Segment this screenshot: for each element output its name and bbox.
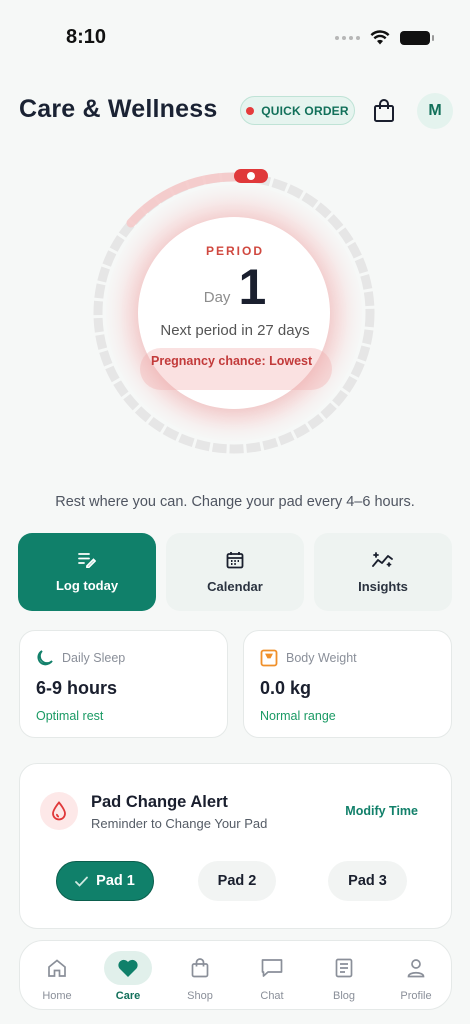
next-period-text: Next period in 27 days (160, 322, 310, 339)
log-today-label: Log today (55, 577, 119, 593)
nav-blog[interactable]: Blog (314, 941, 374, 1011)
nav-shop[interactable]: Shop (170, 941, 230, 1011)
nav-profile-label: Profile (400, 989, 432, 1002)
shopping-bag-icon (191, 957, 209, 977)
calendar-button[interactable]: Calendar (166, 533, 304, 611)
weight-status: Normal range (260, 709, 336, 723)
weight-value: 0.0 kg (260, 678, 312, 698)
bag-button[interactable] (371, 97, 397, 125)
quick-order-button[interactable]: QUICK ORDER (240, 96, 355, 125)
pad-alert-subtitle: Reminder to Change Your Pad (91, 816, 268, 831)
blog-icon (335, 958, 353, 977)
nav-shop-icon-wrap (176, 951, 224, 985)
status-time: 8:10 (66, 26, 107, 48)
modify-time-button[interactable]: Modify Time (345, 804, 418, 818)
weight-title: Body Weight (286, 651, 357, 665)
page-title: Care & Wellness (19, 95, 218, 123)
nav-care-label: Care (115, 989, 141, 1002)
day-number: 1 (238, 259, 267, 315)
pregnancy-chance-badge: Pregnancy chance: Lowest (140, 348, 332, 390)
pad-2-label: Pad 2 (217, 873, 257, 889)
nav-profile[interactable]: Profile (386, 941, 446, 1011)
insights-button[interactable]: Insights (314, 533, 452, 611)
pad-change-alert-card: Pad Change Alert Reminder to Change Your… (19, 763, 452, 929)
battery-icon (400, 30, 434, 45)
nav-chat-label: Chat (260, 989, 284, 1002)
nav-shop-label: Shop (187, 989, 213, 1002)
nav-care-icon-wrap (104, 950, 152, 985)
pad-1-label: Pad 1 (96, 873, 135, 889)
sleep-value: 6-9 hours (36, 678, 118, 698)
nav-blog-label: Blog (332, 989, 356, 1002)
cycle-tracker (91, 167, 377, 456)
period-label: PERIOD (205, 244, 264, 258)
drop-icon (52, 801, 66, 821)
nav-care[interactable]: Care (98, 941, 158, 1011)
care-tip: Rest where you can. Change your pad ever… (55, 494, 415, 510)
shopping-bag-icon (374, 99, 394, 122)
sleep-card[interactable]: Daily Sleep 6-9 hours Optimal rest (19, 630, 228, 738)
quick-order-dot (246, 106, 255, 115)
pad-2-button[interactable]: Pad 2 (198, 861, 276, 901)
moon-icon (37, 650, 53, 666)
bottom-nav: Home Care Shop Chat Blog Profile (19, 940, 452, 1010)
nav-blog-icon-wrap (320, 951, 368, 985)
cycle-day: Day 1 (0, 262, 470, 312)
pad-3-label: Pad 3 (348, 873, 387, 889)
home-icon (48, 958, 66, 977)
weight-card-header: Body Weight (260, 649, 435, 667)
avatar[interactable]: M (417, 93, 453, 129)
nav-home-icon-wrap (33, 951, 81, 985)
calendar-icon (226, 551, 244, 568)
day-word: Day (203, 289, 231, 306)
pad-3-button[interactable]: Pad 3 (328, 861, 407, 901)
nav-chat-icon-wrap (248, 951, 296, 985)
nav-chat[interactable]: Chat (242, 941, 302, 1011)
calendar-label: Calendar (207, 578, 263, 594)
status-icons (335, 30, 434, 45)
sleep-card-header: Daily Sleep (36, 649, 211, 667)
wifi-icon (370, 30, 390, 45)
quick-actions: Log today Calendar Insights (18, 533, 452, 611)
pad-1-button[interactable]: Pad 1 (56, 861, 154, 901)
sleep-status: Optimal rest (36, 709, 104, 723)
profile-icon (407, 958, 425, 977)
pad-alert-title: Pad Change Alert (91, 793, 228, 811)
pad-alert-icon-wrap (40, 792, 78, 830)
heart-icon (118, 959, 138, 977)
nav-profile-icon-wrap (392, 951, 440, 985)
check-icon (75, 876, 89, 887)
nav-home[interactable]: Home (27, 941, 87, 1011)
edit-list-icon (78, 552, 96, 568)
status-bar: 8:10 (0, 0, 470, 70)
sparkle-chart-icon (372, 551, 393, 567)
weight-card[interactable]: Body Weight 0.0 kg Normal range (243, 630, 452, 738)
scale-icon (260, 649, 278, 667)
cycle-marker[interactable] (233, 167, 269, 185)
nav-home-label: Home (42, 989, 72, 1002)
sleep-title: Daily Sleep (62, 651, 126, 665)
signal-icon (335, 35, 360, 40)
chat-icon (261, 958, 283, 977)
insights-label: Insights (358, 578, 408, 594)
quick-order-label: QUICK ORDER (261, 103, 349, 118)
log-today-button[interactable]: Log today (18, 533, 156, 611)
